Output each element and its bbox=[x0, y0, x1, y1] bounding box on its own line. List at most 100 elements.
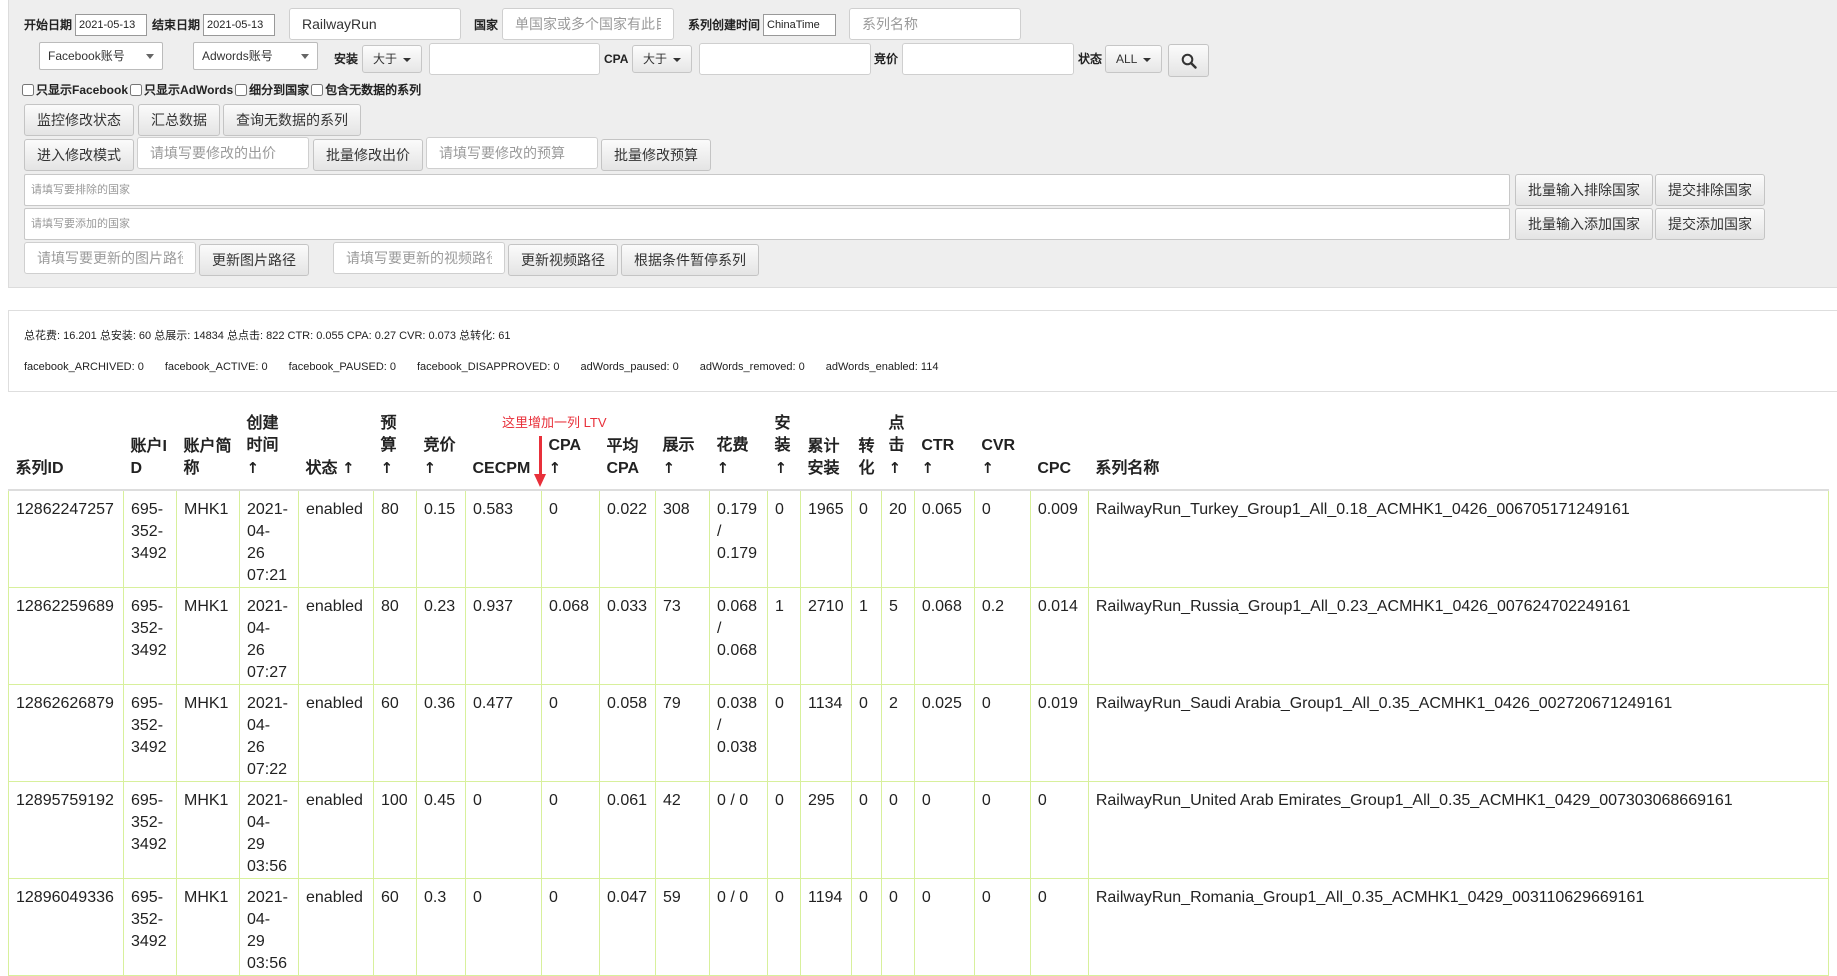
add-country-input[interactable] bbox=[24, 208, 1510, 240]
video-path-input[interactable] bbox=[333, 242, 505, 274]
app-name-input[interactable] bbox=[289, 8, 461, 40]
split-by-country-checkbox-box[interactable] bbox=[235, 83, 248, 96]
sort-up-icon[interactable]: ↑ bbox=[247, 459, 260, 477]
sort-up-icon[interactable]: ↑ bbox=[981, 459, 994, 477]
table-cell: RailwayRun_Saudi Arabia_Group1_All_0.35_… bbox=[1087, 684, 1829, 782]
column-header[interactable]: 花费 ↑ bbox=[709, 412, 768, 491]
budget-edit-input[interactable] bbox=[426, 137, 598, 169]
column-header[interactable]: CVR ↑ bbox=[974, 412, 1031, 491]
column-header[interactable]: 安装 ↑ bbox=[767, 412, 801, 491]
bid-value-input[interactable] bbox=[902, 43, 1074, 75]
sort-up-icon[interactable]: ↑ bbox=[424, 459, 437, 477]
search-button[interactable] bbox=[1168, 44, 1209, 77]
status-count: adWords_removed: 0 bbox=[699, 361, 805, 373]
sort-up-icon[interactable]: ↑ bbox=[663, 459, 676, 477]
summary-totals: 总花费: 16.201 总安装: 60 总展示: 14834 总点击: 822 … bbox=[24, 330, 511, 342]
exclude-country-input[interactable] bbox=[24, 174, 1510, 206]
cpa-operator-dropdown[interactable]: 大于 bbox=[632, 45, 693, 73]
include-no-data-checkbox[interactable]: 包含无数据的系列 bbox=[311, 81, 421, 98]
only-adwords-checkbox[interactable]: 只显示AdWords bbox=[130, 81, 233, 98]
column-header-label: 预算 bbox=[380, 415, 397, 454]
column-header-label: CTR bbox=[921, 437, 955, 454]
table-row[interactable]: 12862259689 695- 352- 3492 MHK1 2021- 04- 26 07:… bbox=[8, 587, 1829, 685]
sort-up-icon[interactable]: ↑ bbox=[921, 459, 934, 477]
table-cell: 0 / 0 bbox=[709, 878, 768, 976]
batch-budget-button[interactable]: 批量修改预算 bbox=[601, 139, 711, 171]
submit-exclude-country-button[interactable]: 提交排除国家 bbox=[1655, 174, 1765, 206]
created-time-label: 系列创建时间 bbox=[688, 18, 761, 32]
table-cell: 73 bbox=[655, 587, 710, 685]
image-path-input[interactable] bbox=[24, 242, 196, 274]
table-row[interactable]: 12895759192 695- 352- 3492 MHK1 2021- 04- 29 03:… bbox=[8, 781, 1829, 879]
country-input[interactable] bbox=[502, 8, 674, 40]
table-cell: 60 bbox=[373, 684, 417, 782]
column-header[interactable]: 状态 ↑ bbox=[298, 412, 374, 491]
column-header-label: CPC bbox=[1037, 460, 1072, 477]
facebook-account-select[interactable]: Facebook账号 bbox=[39, 42, 163, 70]
pause-by-condition-button[interactable]: 根据条件暂停系列 bbox=[621, 244, 759, 276]
column-header[interactable]: 预算 ↑ bbox=[373, 412, 417, 491]
status-dropdown[interactable]: ALL bbox=[1105, 45, 1163, 73]
adwords-account-select[interactable]: Adwords账号 bbox=[193, 42, 318, 70]
table-cell: MHK1 bbox=[176, 878, 240, 976]
table-cell: 2021- 04- 29 03:56 bbox=[239, 781, 299, 879]
column-header[interactable]: 点击 ↑ bbox=[881, 412, 915, 491]
batch-bid-button[interactable]: 批量修改出价 bbox=[313, 139, 423, 171]
column-header-label: CVR bbox=[981, 437, 1016, 454]
table-cell: 0.15 bbox=[416, 489, 466, 588]
include-no-data-checkbox-box[interactable] bbox=[311, 83, 324, 96]
batch-exclude-country-button[interactable]: 批量输入排除国家 bbox=[1515, 174, 1653, 206]
column-header-label: 累计安装 bbox=[807, 438, 840, 477]
update-image-path-button[interactable]: 更新图片路径 bbox=[199, 244, 309, 276]
update-video-path-button[interactable]: 更新视频路径 bbox=[508, 244, 618, 276]
submit-add-country-button[interactable]: 提交添加国家 bbox=[1655, 208, 1765, 240]
install-value-input[interactable] bbox=[429, 43, 600, 75]
sort-up-icon[interactable]: ↑ bbox=[717, 459, 730, 477]
start-date-input[interactable] bbox=[75, 14, 147, 36]
table-cell: 0 bbox=[767, 684, 801, 782]
table-cell: 0.058 bbox=[599, 684, 656, 782]
table-cell: 80 bbox=[373, 489, 417, 588]
sort-up-icon[interactable]: ↑ bbox=[342, 459, 355, 477]
table-cell: RailwayRun_Romania_Group1_All_0.35_ACMHK… bbox=[1087, 878, 1829, 976]
status-count: facebook_PAUSED: 0 bbox=[288, 361, 396, 373]
column-header: 账户简称 bbox=[176, 412, 240, 491]
column-header[interactable]: 创建时间 ↑ bbox=[239, 412, 299, 491]
summary-data-button[interactable]: 汇总数据 bbox=[138, 104, 220, 136]
query-no-data-button[interactable]: 查询无数据的系列 bbox=[223, 104, 361, 136]
end-date-input[interactable] bbox=[203, 14, 275, 36]
ltv-annotation: 这里增加一列 LTV bbox=[502, 415, 607, 430]
only-adwords-checkbox-box[interactable] bbox=[130, 83, 143, 96]
table-cell: 2021- 04- 26 07:21 bbox=[239, 489, 299, 588]
only-facebook-checkbox-box[interactable] bbox=[22, 83, 34, 96]
table-cell: 0.025 bbox=[913, 684, 975, 782]
column-header[interactable]: 竞价 ↑ bbox=[416, 412, 466, 491]
sort-up-icon[interactable]: ↑ bbox=[775, 459, 788, 477]
created-time-input[interactable] bbox=[763, 14, 836, 36]
split-by-country-label: 细分到国家 bbox=[249, 83, 310, 97]
split-by-country-checkbox[interactable]: 细分到国家 bbox=[235, 81, 309, 98]
bid-edit-input[interactable] bbox=[137, 137, 309, 169]
table-cell: 695- 352- 3492 bbox=[123, 878, 177, 976]
batch-add-country-button[interactable]: 批量输入添加国家 bbox=[1515, 208, 1653, 240]
campaign-name-input[interactable] bbox=[849, 8, 1021, 40]
edit-mode-button[interactable]: 进入修改模式 bbox=[24, 139, 134, 171]
table-row[interactable]: 12862247257 695- 352- 3492 MHK1 2021- 04- 26 07:… bbox=[8, 489, 1829, 588]
table-cell: 0.2 bbox=[973, 587, 1031, 685]
install-label: 安装 bbox=[334, 52, 359, 66]
sort-up-icon[interactable]: ↑ bbox=[549, 459, 562, 477]
cpa-value-input[interactable] bbox=[699, 43, 871, 75]
table-cell: RailwayRun_Turkey_Group1_All_0.18_ACMHK1… bbox=[1087, 489, 1829, 588]
install-operator-dropdown[interactable]: 大于 bbox=[362, 45, 423, 73]
end-date-label: 结束日期 bbox=[152, 18, 201, 32]
column-header[interactable]: CTR ↑ bbox=[914, 412, 975, 491]
only-facebook-checkbox[interactable]: 只显示Facebook bbox=[22, 81, 128, 98]
monitor-status-button[interactable]: 监控修改状态 bbox=[24, 104, 134, 136]
table-row[interactable]: 12896049336 695- 352- 3492 MHK1 2021- 04- 29 03:… bbox=[8, 878, 1829, 976]
table-cell: 12862259689 bbox=[8, 587, 124, 685]
status-value: ALL bbox=[1116, 52, 1138, 66]
sort-up-icon[interactable]: ↑ bbox=[889, 459, 902, 477]
column-header[interactable]: 展示 ↑ bbox=[655, 412, 710, 491]
sort-up-icon[interactable]: ↑ bbox=[381, 459, 394, 477]
table-row[interactable]: 12862626879 695- 352- 3492 MHK1 2021- 04- 26 07:… bbox=[8, 684, 1829, 782]
